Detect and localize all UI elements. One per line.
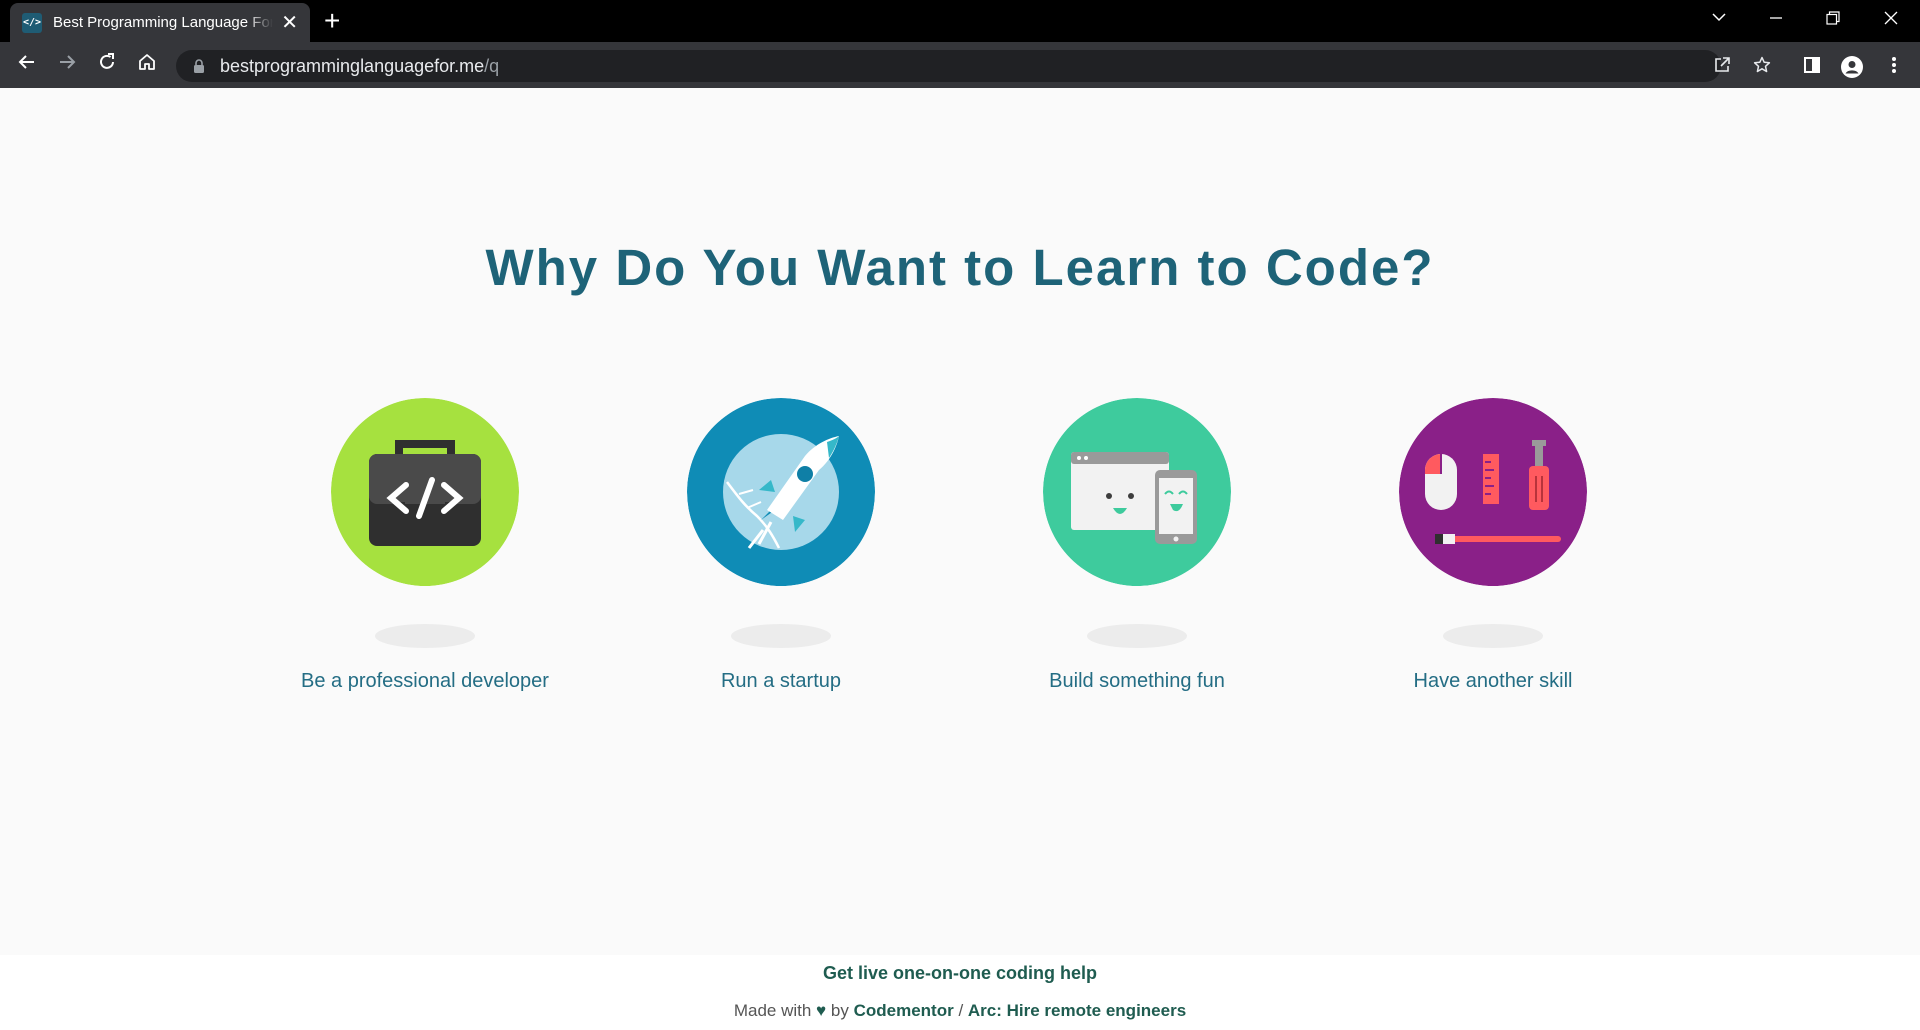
option-label[interactable]: Run a startup [631, 670, 931, 693]
heart-icon: ♥ [816, 1001, 827, 1020]
tab-close-icon[interactable]: ✕ [281, 13, 298, 33]
option-label[interactable]: Have another skill [1343, 670, 1643, 693]
site-favicon-icon: </> [22, 12, 42, 33]
option-another-skill[interactable]: Have another skill [1343, 398, 1643, 698]
new-tab-icon[interactable]: + [324, 7, 340, 35]
url-text[interactable]: bestprogramminglanguagefor.me/q [220, 56, 499, 77]
option-shadow [1087, 624, 1187, 648]
footer: Get live one-on-one coding help Made wit… [0, 955, 1920, 1030]
bookmark-star-icon[interactable] [1751, 56, 1773, 79]
close-window-icon[interactable] [1876, 8, 1906, 30]
briefcase-code-icon[interactable] [331, 398, 519, 586]
forward-arrow-icon[interactable] [54, 52, 80, 78]
side-panel-icon[interactable] [1801, 56, 1823, 79]
share-icon[interactable] [1711, 56, 1733, 79]
by-text: by [830, 1001, 849, 1020]
browser-tab-bar: </> Best Programming Language For Me ✕ + [0, 0, 1920, 42]
browser-phone-icon[interactable] [1043, 398, 1231, 586]
codementor-link[interactable]: Codementor [854, 1001, 954, 1020]
option-shadow [375, 624, 475, 648]
browser-tab[interactable]: </> Best Programming Language For Me ✕ [10, 3, 310, 42]
footer-credits: Made with ♥ by Codementor / Arc: Hire re… [0, 1001, 1920, 1021]
tools-icon[interactable] [1399, 398, 1587, 586]
page-title: Why Do You Want to Learn to Code? [485, 239, 1435, 296]
option-label[interactable]: Build something fun [987, 670, 1287, 693]
made-with-text: Made with [733, 1001, 812, 1020]
option-run-startup[interactable]: Run a startup [631, 398, 931, 698]
coding-help-link[interactable]: Get live one-on-one coding help [0, 963, 1920, 984]
more-menu-icon[interactable] [1883, 56, 1905, 79]
separator-text: / [958, 1001, 964, 1020]
restore-icon[interactable] [1818, 8, 1848, 30]
option-shadow [1443, 624, 1543, 648]
tab-title: Best Programming Language For Me [53, 14, 273, 31]
home-icon[interactable] [134, 52, 160, 78]
rocket-icon[interactable] [687, 398, 875, 586]
address-bar[interactable]: bestprogramminglanguagefor.me/q [176, 50, 1721, 82]
back-arrow-icon[interactable] [14, 52, 40, 78]
option-shadow [731, 624, 831, 648]
profile-avatar-icon[interactable] [1841, 56, 1863, 83]
option-professional-developer[interactable]: Be a professional developer [275, 398, 575, 698]
reload-icon[interactable] [94, 52, 120, 78]
option-label[interactable]: Be a professional developer [275, 670, 575, 693]
minimize-icon[interactable] [1761, 8, 1791, 30]
option-build-something-fun[interactable]: Build something fun [987, 398, 1287, 698]
lock-icon[interactable] [192, 59, 206, 73]
arc-link[interactable]: Arc: Hire remote engineers [968, 1001, 1186, 1020]
tab-search-chevron-icon[interactable] [1704, 8, 1734, 30]
